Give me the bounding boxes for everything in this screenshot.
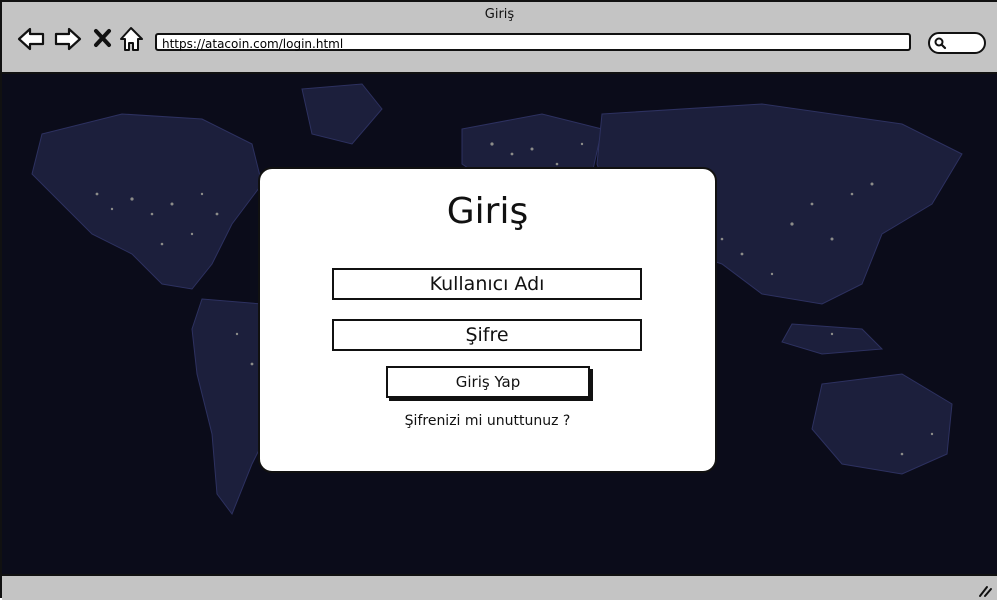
password-field[interactable]: Şifre [332, 319, 642, 351]
page-content: Giriş Kullanıcı Adı Şifre Giriş Yap Şifr… [2, 74, 997, 574]
arrow-left-icon[interactable] [16, 24, 46, 54]
search-box[interactable] [928, 32, 986, 54]
resize-grip-icon[interactable] [977, 582, 993, 598]
home-icon[interactable] [117, 24, 147, 54]
login-card: Giriş Kullanıcı Adı Şifre Giriş Yap Şifr… [258, 167, 717, 473]
login-heading: Giriş [446, 191, 529, 232]
login-button[interactable]: Giriş Yap [386, 366, 590, 398]
window-title: Giriş [484, 7, 515, 22]
username-field[interactable]: Kullanıcı Adı [332, 268, 642, 300]
search-icon [934, 37, 947, 50]
arrow-right-icon[interactable] [53, 24, 83, 54]
address-bar[interactable]: https://atacoin.com/login.html [155, 33, 911, 51]
browser-window: Giriş https://atacoin.com/login.html Gir… [0, 0, 997, 600]
close-icon[interactable] [88, 24, 118, 54]
status-bar [2, 574, 997, 600]
forgot-password-link[interactable]: Şifrenizi mi unuttunuz ? [260, 413, 715, 429]
browser-toolbar: Giriş https://atacoin.com/login.html [2, 2, 997, 74]
